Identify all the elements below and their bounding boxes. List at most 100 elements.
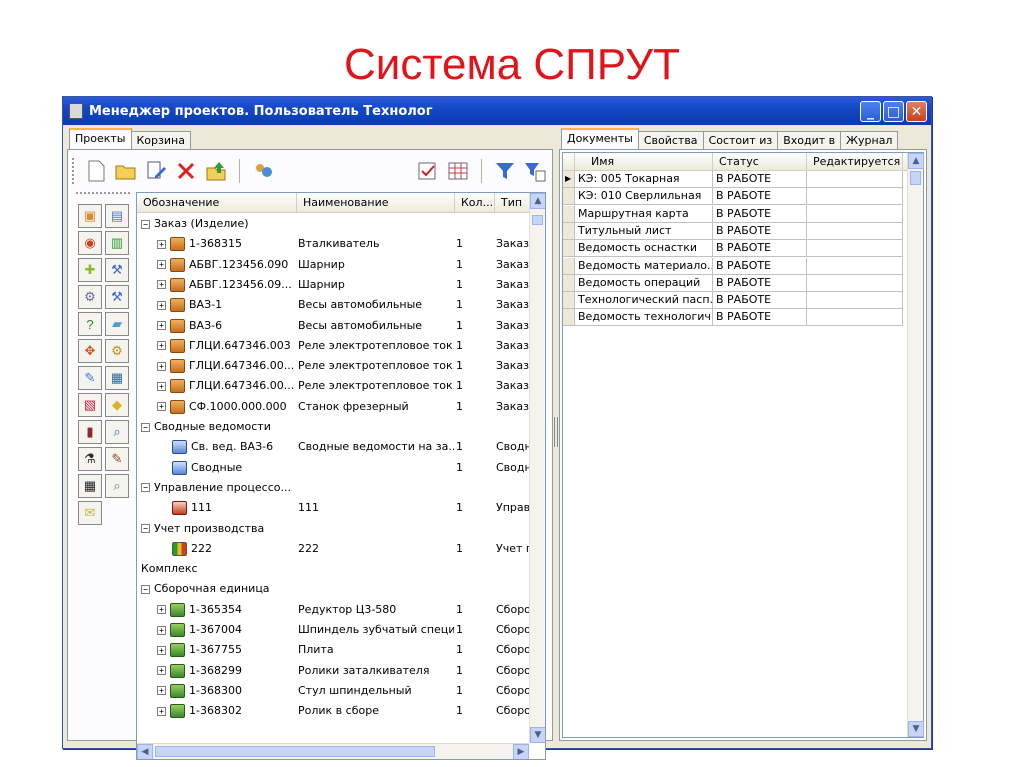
settings-icon[interactable]: ⚙ xyxy=(105,339,129,363)
tab-documents[interactable]: Документы xyxy=(561,128,639,149)
splitter-grip[interactable] xyxy=(554,417,558,447)
tree-row[interactable]: +1-365354Редуктор Ц3-5801Сборочн xyxy=(137,600,530,620)
tree-vertical-scrollbar[interactable]: ▲ ▼ xyxy=(529,193,545,743)
tree-row[interactable]: + АБВГ.123456.09... Шарнир 1 Заказ ( xyxy=(137,275,530,295)
tree-horizontal-scrollbar[interactable]: ◀ ▶ xyxy=(137,743,529,759)
wizard-icon[interactable]: ⚗ xyxy=(78,447,102,471)
scroll-left-icon[interactable]: ◀ xyxy=(137,744,153,759)
document-row[interactable]: Маршрутная карта В РАБОТЕ xyxy=(563,205,903,223)
tree-row[interactable]: 111 111 1 Управ xyxy=(137,498,530,518)
help-icon[interactable]: ? xyxy=(78,312,102,336)
machine-icon[interactable]: ▦ xyxy=(105,366,129,390)
tab-properties[interactable]: Свойства xyxy=(637,131,704,149)
tree-row[interactable]: + СФ.1000.000.000 Станок фрезерный 1 Заказ ( xyxy=(137,397,530,417)
scroll-thumb[interactable] xyxy=(532,215,543,225)
collapse-icon[interactable]: − xyxy=(141,422,150,432)
tab-included-in[interactable]: Входит в xyxy=(777,131,842,149)
production-icon[interactable]: ▥ xyxy=(105,231,129,255)
expand-icon[interactable]: + xyxy=(157,361,166,371)
documents-grid[interactable]: Имя Статус Редактируется ▶ КЭ: 005 Токарн… xyxy=(562,152,924,738)
gear-icon[interactable]: ⚙ xyxy=(78,285,102,309)
edit-doc-icon[interactable]: ✎ xyxy=(78,366,102,390)
scroll-up-icon[interactable]: ▲ xyxy=(530,193,545,209)
scroll-right-icon[interactable]: ▶ xyxy=(513,744,529,759)
view-icon[interactable]: ⌕ xyxy=(105,420,129,444)
expand-icon[interactable]: + xyxy=(157,280,166,290)
check-icon[interactable] xyxy=(415,158,441,184)
tree-row[interactable]: − Сборочная единица xyxy=(137,579,529,599)
document-row[interactable]: Ведомость операций В РАБОТЕ xyxy=(563,274,903,292)
expand-icon[interactable]: + xyxy=(157,321,166,330)
expand-icon[interactable]: + xyxy=(157,341,166,351)
toolbar-grip[interactable] xyxy=(72,158,75,184)
tree-row[interactable]: +1-367004 Шпиндель зубчатый специ... 1 Сбор… xyxy=(137,620,530,640)
horizontal-scroll-thumb[interactable] xyxy=(155,746,435,757)
move-up-icon[interactable] xyxy=(203,158,229,184)
doc-scroll-down-icon[interactable]: ▼ xyxy=(908,721,924,737)
expand-icon[interactable]: + xyxy=(157,706,166,716)
collapse-icon[interactable]: − xyxy=(141,483,150,493)
tree-row[interactable]: +1-368302Ролик в сборе1Сборочн xyxy=(137,701,530,721)
tree-row[interactable]: 222 222 1 Учет пр xyxy=(137,539,530,559)
report-icon[interactable]: ▧ xyxy=(78,393,102,417)
edit-icon[interactable] xyxy=(143,158,169,184)
title-bar[interactable]: Менеджер проектов. Пользователь Технолог… xyxy=(63,97,931,125)
tree-row[interactable]: + ГЛЦИ.647346.00... Реле электротепловое т… xyxy=(137,356,530,376)
tree-row[interactable]: + ГЛЦИ.647346.00... Реле электротепловое т… xyxy=(137,376,530,396)
print-icon[interactable]: ▮ xyxy=(78,420,102,444)
summary-icon[interactable]: ▤ xyxy=(105,204,129,228)
tree-row[interactable]: +1-368299Ролики заталкивателя1Сборочн xyxy=(137,661,530,681)
table-icon[interactable] xyxy=(445,158,471,184)
tree-row[interactable]: +1-368315Вталкиватель1Заказ ( xyxy=(137,234,530,254)
tree-row[interactable]: + ВАЗ-1 Весы автомобильные 1 Заказ ( xyxy=(137,295,530,315)
filter-icon[interactable] xyxy=(492,158,518,184)
expand-icon[interactable]: + xyxy=(157,605,166,615)
collapse-icon[interactable]: − xyxy=(141,584,150,594)
tab-consists-of[interactable]: Состоит из xyxy=(702,131,779,149)
minimize-button[interactable]: _ xyxy=(860,101,881,122)
expand-icon[interactable]: + xyxy=(157,300,166,310)
tab-log[interactable]: Журнал xyxy=(840,131,899,149)
close-button[interactable]: ✕ xyxy=(906,101,927,122)
order-icon[interactable]: ▣ xyxy=(78,204,102,228)
column-designation[interactable]: Обозначение xyxy=(137,193,297,213)
delete-icon[interactable] xyxy=(173,158,199,184)
document-row[interactable]: КЭ: 010 Сверлильная В РАБОТЕ xyxy=(563,188,903,206)
side-toolbar-grip[interactable] xyxy=(76,192,130,198)
expand-icon[interactable]: + xyxy=(157,260,166,270)
expand-icon[interactable]: + xyxy=(157,666,166,676)
tree-row[interactable]: Сводные 1 Сводн xyxy=(137,458,530,478)
expand-icon[interactable]: + xyxy=(157,686,166,696)
new-icon[interactable] xyxy=(83,158,109,184)
doc-scroll-thumb[interactable] xyxy=(910,171,921,185)
collapse-icon[interactable]: − xyxy=(141,219,150,229)
process-icon[interactable]: ◉ xyxy=(78,231,102,255)
expand-icon[interactable]: + xyxy=(157,381,166,391)
database-icon[interactable]: ▦ xyxy=(78,474,102,498)
material-icon[interactable]: ▰ xyxy=(105,312,129,336)
tab-projects[interactable]: Проекты xyxy=(69,128,132,149)
document-row[interactable]: Титульный лист В РАБОТЕ xyxy=(563,222,903,240)
document-row[interactable]: Ведомость материало... В РАБОТЕ xyxy=(563,257,903,275)
expand-icon[interactable]: + xyxy=(157,402,166,412)
document-row[interactable]: Технологический пасп... В РАБОТЕ xyxy=(563,292,903,310)
tree-row[interactable]: + ГЛЦИ.647346.003 Реле электротепловое ток… xyxy=(137,336,530,356)
tree-row[interactable]: + ВАЗ-6 Весы автомобильные 1 Заказ ( xyxy=(137,316,530,336)
column-name[interactable]: Наименование xyxy=(297,193,455,213)
column-type[interactable]: Тип xyxy=(495,193,531,213)
document-row[interactable]: ▶ КЭ: 005 Токарная В РАБОТЕ xyxy=(563,171,903,188)
tree-row[interactable]: − Сводные ведомости xyxy=(137,417,529,437)
note-icon[interactable]: ✉ xyxy=(78,501,102,525)
tree-row[interactable]: Св. вед. ВАЗ-6 Сводные ведомости на за...… xyxy=(137,437,530,457)
paint-icon[interactable]: ✎ xyxy=(105,447,129,471)
tool-icon[interactable]: ⚒ xyxy=(105,285,129,309)
find-icon[interactable]: ⌕ xyxy=(105,474,129,498)
open-icon[interactable] xyxy=(113,158,139,184)
tree-row[interactable]: − Учет производства xyxy=(137,519,529,539)
expand-icon[interactable]: + xyxy=(157,645,166,655)
column-doc-editing[interactable]: Редактируется xyxy=(807,153,903,171)
tab-trash[interactable]: Корзина xyxy=(130,131,191,149)
assembly-icon[interactable]: ✚ xyxy=(78,258,102,282)
maximize-button[interactable]: □ xyxy=(883,101,904,122)
tree-row[interactable]: +1-368300Стул шпиндельный1Сборочн xyxy=(137,681,530,701)
